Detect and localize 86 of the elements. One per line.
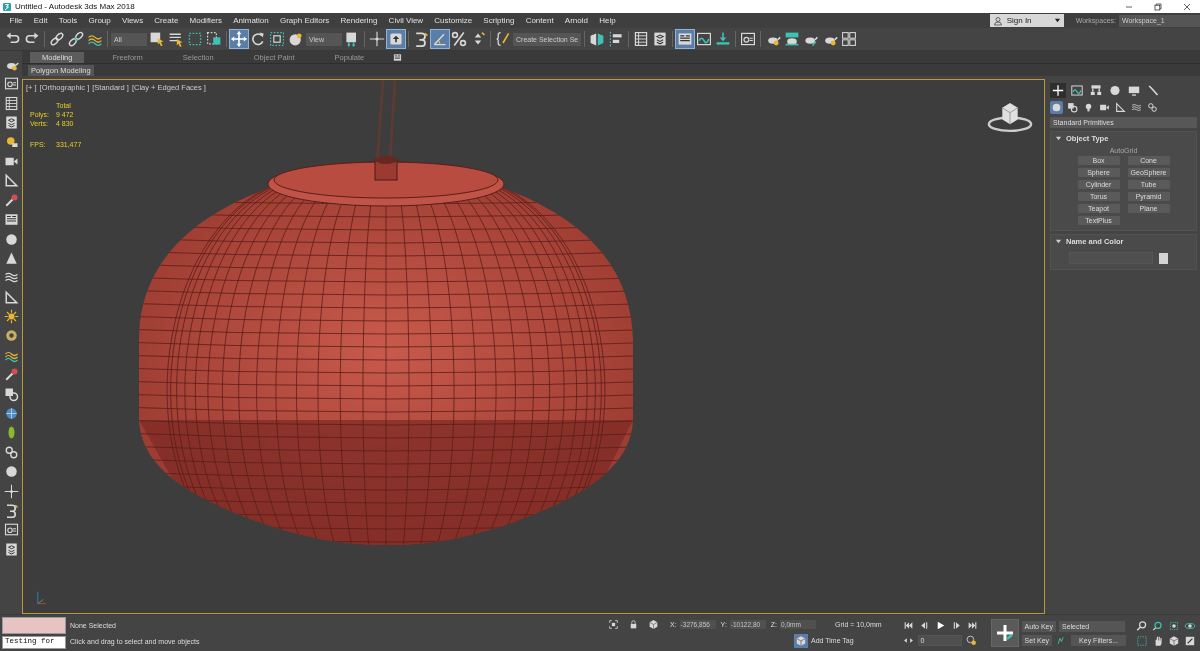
ribbon-icon[interactable] (676, 30, 695, 48)
render-setup-icon[interactable] (3, 522, 19, 538)
percent-icon[interactable] (450, 30, 468, 48)
menu-item[interactable]: Civil View (383, 16, 429, 25)
selection-mode-icon[interactable] (648, 618, 659, 630)
menu-item[interactable]: Modifiers (183, 16, 228, 25)
script-input-field[interactable] (2, 617, 66, 634)
select-icon[interactable] (148, 30, 166, 48)
sign-in-button[interactable]: Sign In (989, 14, 1064, 27)
viewcube-icon[interactable] (986, 100, 1034, 133)
menu-item[interactable]: File (4, 16, 29, 25)
chain-icon[interactable] (1146, 101, 1159, 114)
rotate-icon[interactable] (249, 30, 267, 48)
menu-item[interactable]: Create (148, 16, 184, 25)
menu-item[interactable]: Customize (428, 16, 478, 25)
crosshair-icon[interactable] (368, 30, 386, 48)
scale-icon[interactable] (268, 30, 286, 48)
zoom-all-icon[interactable] (1152, 619, 1164, 632)
ruler-icon[interactable] (3, 289, 19, 305)
ribbon-toggle-icon[interactable] (392, 52, 404, 62)
curve-editor-icon[interactable] (1069, 83, 1085, 98)
unlink-icon[interactable] (67, 30, 85, 48)
menu-item[interactable]: Graph Editors (274, 16, 335, 25)
viewport-layout-icon[interactable] (840, 30, 859, 48)
last-frame-icon[interactable] (966, 620, 978, 631)
caret-icon (1053, 17, 1061, 24)
window-title: Untitled - Autodesk 3ds Max 2018 (15, 2, 135, 11)
shapes-icon[interactable] (1066, 101, 1079, 114)
keyboard-toggle-icon[interactable] (387, 30, 405, 48)
time-tag-icon[interactable] (794, 633, 808, 648)
expand-arrow-icon[interactable] (1055, 238, 1062, 245)
move-icon[interactable] (230, 30, 248, 48)
brush-icon[interactable] (3, 367, 19, 383)
waves-icon[interactable] (1130, 101, 1143, 114)
ring-icon[interactable] (3, 328, 19, 344)
menu-item[interactable]: Edit (28, 16, 54, 25)
isolate-icon[interactable] (608, 618, 619, 630)
hierarchy-icon[interactable] (1088, 83, 1104, 98)
menu-item[interactable]: Views (116, 16, 149, 25)
brace-icon[interactable] (494, 30, 512, 48)
sphere-icon[interactable] (3, 231, 19, 247)
link-icon[interactable] (48, 30, 66, 48)
crosshair-icon[interactable] (3, 483, 19, 499)
previous-frame-icon[interactable] (918, 620, 930, 631)
menu-item[interactable]: Content (520, 16, 560, 25)
menu-item[interactable]: Tools (53, 16, 83, 25)
menu-item[interactable]: Animation (227, 16, 275, 25)
color-swatch[interactable] (1159, 252, 1168, 264)
shapes-icon[interactable] (3, 386, 19, 402)
first-frame-icon[interactable] (902, 620, 914, 631)
menu-item[interactable]: Arnold (559, 16, 594, 25)
maximize-viewport-icon[interactable] (1184, 634, 1196, 647)
render-setup-icon[interactable] (739, 30, 758, 48)
globe-icon[interactable] (3, 406, 19, 422)
plus-icon[interactable] (1050, 83, 1066, 98)
lock-icon[interactable] (628, 618, 639, 630)
sun-icon[interactable] (3, 309, 19, 325)
ribbon-icon[interactable] (3, 212, 19, 228)
table-icon[interactable] (3, 95, 19, 111)
curve-editor-icon[interactable] (695, 30, 714, 48)
cone-icon[interactable] (3, 250, 19, 266)
sphere-icon[interactable] (1050, 101, 1063, 114)
set-key-icon[interactable] (990, 619, 1019, 647)
render-setup-icon[interactable] (3, 76, 19, 92)
expand-arrow-icon[interactable] (1055, 135, 1062, 142)
brush-icon[interactable] (3, 192, 19, 208)
zoom-icon[interactable] (1136, 619, 1148, 632)
ruler-icon[interactable] (3, 173, 19, 189)
ruler-icon[interactable] (1114, 101, 1127, 114)
cube-icon[interactable] (1168, 634, 1180, 647)
restore-icon[interactable] (1151, 0, 1165, 13)
chain-icon[interactable] (3, 444, 19, 460)
menu-item[interactable]: Rendering (334, 16, 383, 25)
sphere-icon[interactable] (3, 464, 19, 480)
axis-tripod-icon (35, 589, 49, 607)
layers-icon[interactable] (3, 541, 19, 557)
window-crossing-icon[interactable] (205, 30, 223, 48)
menu-item[interactable]: Group (82, 16, 117, 25)
zoom-extents-icon[interactable] (1168, 619, 1180, 632)
dashed-rectangle-icon[interactable] (186, 30, 204, 48)
layers-icon[interactable] (3, 115, 19, 131)
menu-item[interactable]: Scripting (477, 16, 521, 25)
time-configuration-icon[interactable] (965, 635, 977, 646)
sphere-icon[interactable] (1107, 83, 1123, 98)
angle-snap-icon[interactable] (431, 30, 449, 48)
menu-item[interactable]: Help (593, 16, 622, 25)
